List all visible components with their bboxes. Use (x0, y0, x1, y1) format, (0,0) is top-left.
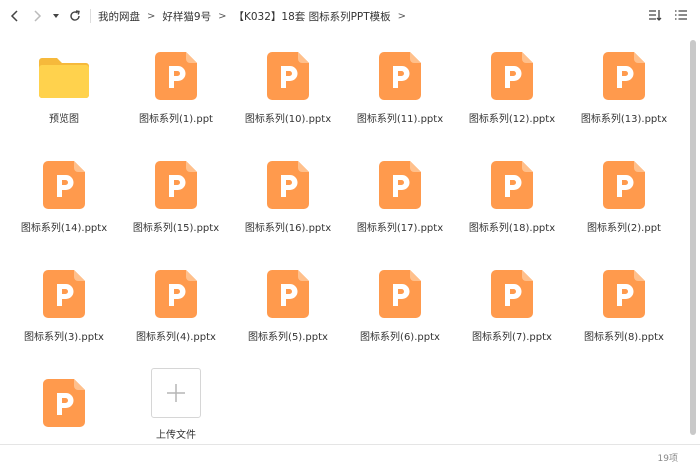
item-label: 图标系列(18).pptx (468, 223, 556, 234)
file-item[interactable]: 图标系列(5).pptx (232, 258, 344, 364)
file-item[interactable]: 图标系列(6).pptx (344, 258, 456, 364)
status-bar: 19项 (0, 444, 700, 466)
file-item[interactable]: 图标系列(16).pptx (232, 149, 344, 255)
history-dropdown-button[interactable] (48, 5, 64, 27)
powerpoint-file-icon (43, 379, 85, 427)
file-item[interactable]: 图标系列(4).pptx (120, 258, 232, 364)
file-item[interactable]: 图标系列(3).pptx (8, 258, 120, 364)
upload-button[interactable] (151, 368, 201, 418)
powerpoint-file-icon (491, 161, 533, 209)
breadcrumb: 我的网盘 > 好样猫9号 > 【K032】18套 图标系列PPT模板 > (98, 9, 413, 24)
item-label: 预览图 (49, 114, 79, 125)
powerpoint-file-icon (603, 52, 645, 100)
item-label: 图标系列(7).pptx (472, 332, 552, 343)
item-label: 图标系列(3).pptx (24, 332, 104, 343)
item-label: 图标系列(14).pptx (20, 223, 108, 234)
file-item[interactable]: 图标系列(14).pptx (8, 149, 120, 255)
powerpoint-file-icon (379, 52, 421, 100)
file-item[interactable]: 图标系列(18).pptx (456, 149, 568, 255)
file-item[interactable]: 图标系列(1).ppt (120, 40, 232, 146)
refresh-button[interactable] (64, 5, 86, 27)
back-arrow-icon (10, 10, 18, 22)
powerpoint-file-icon (603, 270, 645, 318)
item-label: 图标系列(4).pptx (136, 332, 216, 343)
powerpoint-file-icon (603, 161, 645, 209)
powerpoint-file-icon (491, 270, 533, 318)
powerpoint-file-icon (267, 52, 309, 100)
forward-arrow-icon (34, 10, 42, 22)
breadcrumb-separator: > (218, 10, 227, 22)
powerpoint-file-icon (491, 52, 533, 100)
dropdown-icon (53, 14, 59, 18)
breadcrumb-separator: > (147, 10, 156, 22)
powerpoint-file-icon (155, 270, 197, 318)
item-label: 图标系列(16).pptx (244, 223, 332, 234)
file-item[interactable]: 图标系列(9).pptx (8, 367, 120, 440)
powerpoint-file-icon (379, 270, 421, 318)
breadcrumb-item-my-drive[interactable]: 我的网盘 (98, 9, 140, 24)
refresh-icon (70, 10, 80, 21)
file-item[interactable]: 图标系列(2).ppt (568, 149, 680, 255)
powerpoint-file-icon (155, 161, 197, 209)
file-grid: 预览图 图标系列(1).ppt 图标系列(10).pptx 图标系列(11).pptx… (8, 40, 680, 440)
plus-icon (167, 384, 185, 402)
back-button[interactable] (4, 5, 26, 27)
item-label: 图标系列(13).pptx (580, 114, 668, 125)
item-label: 图标系列(9).pptx (8, 437, 120, 440)
item-label: 图标系列(15).pptx (132, 223, 220, 234)
upload-label: 上传文件 (156, 430, 196, 440)
file-item[interactable]: 图标系列(13).pptx (568, 40, 680, 146)
item-count: 19项 (657, 454, 678, 464)
upload-file-tile[interactable]: 上传文件 (120, 368, 232, 440)
folder-item[interactable]: 预览图 (8, 40, 120, 146)
file-item[interactable]: 图标系列(12).pptx (456, 40, 568, 146)
breadcrumb-separator: > (397, 10, 407, 22)
powerpoint-file-icon (155, 52, 197, 100)
view-tools (648, 8, 688, 22)
item-label: 图标系列(10).pptx (244, 114, 332, 125)
powerpoint-file-icon (267, 161, 309, 209)
scrollbar[interactable] (690, 40, 696, 435)
item-label: 图标系列(2).ppt (587, 223, 661, 234)
item-label: 图标系列(11).pptx (356, 114, 444, 125)
toolbar: 我的网盘 > 好样猫9号 > 【K032】18套 图标系列PPT模板 > (0, 0, 700, 32)
file-item[interactable]: 图标系列(8).pptx (568, 258, 680, 364)
list-view-icon[interactable] (674, 8, 688, 22)
breadcrumb-item-folder[interactable]: 好样猫9号 (162, 9, 211, 24)
powerpoint-file-icon (267, 270, 309, 318)
powerpoint-file-icon (43, 270, 85, 318)
sort-icon[interactable] (648, 8, 662, 22)
file-item[interactable]: 图标系列(7).pptx (456, 258, 568, 364)
file-item[interactable]: 图标系列(15).pptx (120, 149, 232, 255)
file-item[interactable]: 图标系列(17).pptx (344, 149, 456, 255)
breadcrumb-item-current[interactable]: 【K032】18套 图标系列PPT模板 (233, 9, 390, 24)
powerpoint-file-icon (43, 161, 85, 209)
item-label: 图标系列(17).pptx (356, 223, 444, 234)
folder-icon (39, 56, 89, 98)
item-label: 图标系列(6).pptx (360, 332, 440, 343)
forward-button[interactable] (26, 5, 48, 27)
file-item[interactable]: 图标系列(11).pptx (344, 40, 456, 146)
item-label: 图标系列(5).pptx (248, 332, 328, 343)
toolbar-divider (90, 9, 91, 23)
item-label: 图标系列(8).pptx (584, 332, 664, 343)
file-item[interactable]: 图标系列(10).pptx (232, 40, 344, 146)
powerpoint-file-icon (379, 161, 421, 209)
item-label: 图标系列(12).pptx (468, 114, 556, 125)
item-label: 图标系列(1).ppt (139, 114, 213, 125)
